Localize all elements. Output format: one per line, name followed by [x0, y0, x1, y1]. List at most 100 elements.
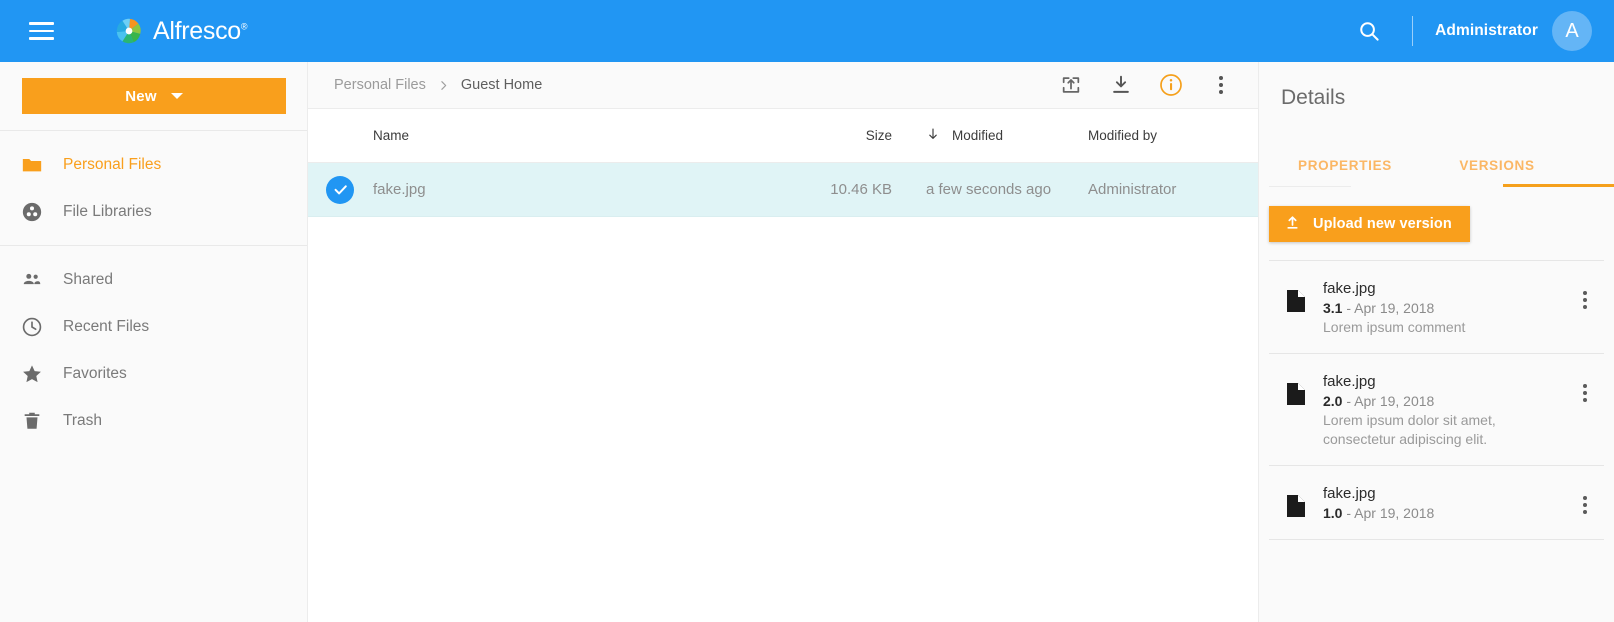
version-comment: Lorem ipsum comment	[1323, 319, 1466, 335]
breadcrumb-item-personal-files[interactable]: Personal Files	[334, 77, 426, 93]
trash-icon	[20, 409, 44, 433]
version-body: fake.jpg 1.0 - Apr 19, 2018	[1323, 484, 1568, 523]
brand-registered-mark: ®	[240, 21, 248, 32]
file-table: Name Size Modified Modified by fake.jpg …	[308, 109, 1258, 217]
table-header-size[interactable]: Size	[790, 128, 908, 143]
version-dash: -	[1342, 300, 1355, 316]
row-modified-by: Administrator	[1088, 181, 1177, 198]
details-title: Details	[1281, 86, 1346, 109]
vertical-dots	[1583, 291, 1587, 309]
document-icon	[1269, 279, 1323, 313]
toolbar-actions	[1058, 72, 1234, 98]
row-modified: a few seconds ago	[926, 181, 1052, 198]
brand-name: Alfresco®	[153, 16, 248, 45]
share-icon[interactable]	[1058, 72, 1084, 98]
hamburger-bar	[28, 37, 54, 40]
document-icon	[1269, 484, 1323, 518]
version-file-name: fake.jpg	[1323, 485, 1376, 502]
table-header-modified-by[interactable]: Modified by	[1078, 128, 1258, 143]
sidebar-item-label: Personal Files	[63, 155, 162, 173]
sidebar-item-file-libraries[interactable]: File Libraries	[0, 188, 307, 235]
sidebar-group-primary: Personal Files File Libraries	[0, 131, 307, 245]
version-meta: 2.0 - Apr 19, 2018	[1323, 392, 1568, 411]
version-body: fake.jpg 2.0 - Apr 19, 2018 Lorem ipsum …	[1323, 372, 1568, 449]
table-header-modified[interactable]: Modified	[908, 127, 1078, 144]
sidebar-item-label: Favorites	[63, 364, 127, 382]
sidebar-item-label: Trash	[63, 411, 103, 429]
sidebar-item-label: File Libraries	[63, 202, 152, 220]
main-content: Personal Files Guest Home Name Size Modi…	[308, 62, 1614, 622]
version-body: fake.jpg 3.1 - Apr 19, 2018 Lorem ipsum …	[1323, 279, 1568, 337]
app-body: New Personal Files File Libraries Shared…	[0, 62, 1614, 622]
table-row[interactable]: fake.jpg 10.46 KB a few seconds ago Admi…	[308, 163, 1258, 217]
header-divider	[1412, 16, 1414, 46]
user-name-label: Administrator	[1435, 22, 1538, 39]
sidebar-item-label: Shared	[63, 270, 113, 288]
sidebar-content: New Personal Files File Libraries Shared…	[0, 62, 307, 454]
alfresco-pinwheel-icon	[114, 16, 144, 46]
file-libraries-icon	[20, 200, 44, 224]
version-more-options-icon[interactable]	[1568, 279, 1602, 309]
download-icon[interactable]	[1108, 72, 1134, 98]
chevron-down-icon	[170, 93, 183, 99]
vertical-dots	[1219, 76, 1223, 94]
sidebar-item-favorites[interactable]: Favorites	[0, 350, 307, 397]
version-dash: -	[1342, 505, 1355, 521]
sidebar-item-personal-files[interactable]: Personal Files	[0, 141, 307, 188]
version-file-name: fake.jpg	[1323, 280, 1376, 297]
search-icon[interactable]	[1352, 14, 1386, 48]
breadcrumb-separator-icon	[437, 79, 450, 92]
version-meta: 3.1 - Apr 19, 2018	[1323, 299, 1568, 318]
star-icon	[20, 362, 44, 386]
version-date: Apr 19, 2018	[1354, 505, 1435, 521]
list-item[interactable]: fake.jpg 2.0 - Apr 19, 2018 Lorem ipsum …	[1259, 354, 1614, 465]
details-panel: Details PROPERTIES VERSIONS Upload new v…	[1258, 62, 1614, 622]
details-tabs: PROPERTIES VERSIONS	[1259, 140, 1614, 184]
version-date: Apr 19, 2018	[1354, 393, 1435, 409]
row-name[interactable]: fake.jpg	[372, 181, 790, 198]
version-more-options-icon[interactable]	[1568, 372, 1602, 402]
row-select-cell	[308, 175, 372, 204]
clock-icon	[20, 315, 44, 339]
sidebar-item-shared[interactable]: Shared	[0, 256, 307, 303]
checkmark-icon[interactable]	[326, 175, 354, 204]
version-number: 3.1	[1323, 300, 1343, 316]
tab-versions[interactable]: VERSIONS	[1421, 140, 1573, 184]
brand-logo-group[interactable]: Alfresco®	[114, 16, 248, 46]
table-header-row: Name Size Modified Modified by	[308, 109, 1258, 163]
version-comment: Lorem ipsum dolor sit amet, consectetur …	[1323, 412, 1496, 447]
vertical-dots	[1583, 496, 1587, 514]
list-item[interactable]: fake.jpg 1.0 - Apr 19, 2018	[1259, 466, 1614, 539]
info-icon[interactable]	[1158, 72, 1184, 98]
table-header-name[interactable]: Name	[372, 128, 790, 143]
app-header: Alfresco® Administrator A	[0, 0, 1614, 62]
folder-icon	[20, 153, 44, 177]
version-number: 1.0	[1323, 505, 1343, 521]
new-button[interactable]: New	[22, 78, 286, 114]
version-date: Apr 19, 2018	[1354, 300, 1435, 316]
sidebar-item-trash[interactable]: Trash	[0, 397, 307, 444]
vertical-dots	[1583, 384, 1587, 402]
hamburger-bar	[28, 29, 54, 33]
breadcrumb-item-guest-home[interactable]: Guest Home	[461, 77, 542, 93]
version-more-options-icon[interactable]	[1568, 484, 1602, 514]
app-root: Alfresco® Administrator A New Personal F…	[0, 0, 1614, 622]
more-options-icon[interactable]	[1208, 72, 1234, 98]
upload-new-version-button[interactable]: Upload new version	[1269, 206, 1470, 242]
file-browser: Personal Files Guest Home Name Size Modi…	[308, 62, 1258, 622]
hamburger-menu-icon[interactable]	[24, 14, 58, 48]
sidebar-item-recent-files[interactable]: Recent Files	[0, 303, 307, 350]
table-header-modified-label: Modified	[952, 128, 1004, 143]
tab-properties[interactable]: PROPERTIES	[1269, 140, 1421, 184]
list-item[interactable]: fake.jpg 3.1 - Apr 19, 2018 Lorem ipsum …	[1259, 261, 1614, 353]
row-size: 10.46 KB	[830, 181, 892, 198]
versions-list: fake.jpg 3.1 - Apr 19, 2018 Lorem ipsum …	[1259, 261, 1614, 622]
upload-button-wrapper: Upload new version	[1259, 187, 1614, 260]
new-button-label: New	[125, 87, 157, 105]
version-number: 2.0	[1323, 393, 1343, 409]
sidebar: New Personal Files File Libraries Shared…	[0, 62, 308, 622]
people-icon	[20, 268, 44, 292]
avatar[interactable]: A	[1552, 11, 1592, 51]
version-file-name: fake.jpg	[1323, 373, 1376, 390]
hamburger-bar	[28, 22, 54, 25]
